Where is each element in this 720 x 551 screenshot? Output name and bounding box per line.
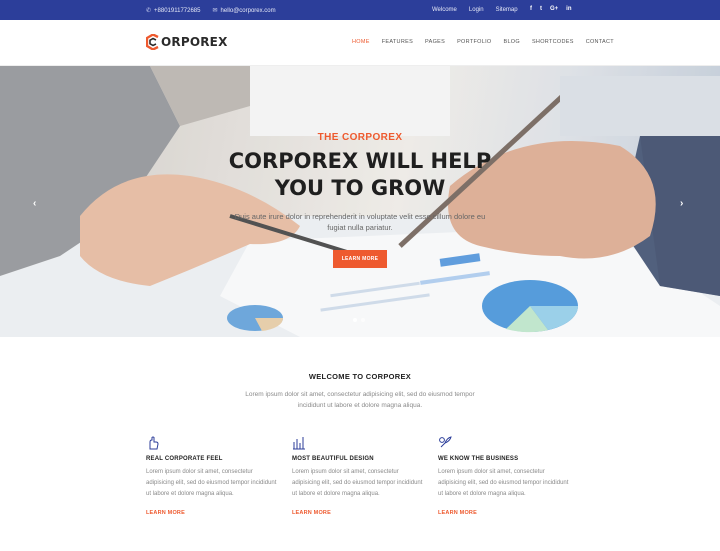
- email-address: hello@corporex.com: [220, 7, 276, 14]
- feature-know-business: WE KNOW THE BUSINESS Lorem ipsum dolor s…: [438, 436, 572, 516]
- hero-slider: THE CORPOREX CORPOREX WILL HELP YOU TO G…: [0, 66, 720, 337]
- slider-dot-2[interactable]: [361, 318, 365, 322]
- feature-corporate-feel: REAL CORPORATE FEEL Lorem ipsum dolor si…: [146, 436, 280, 516]
- slider-next-arrow-icon[interactable]: ›: [680, 198, 683, 209]
- top-links: Welcome Login Sitemap: [432, 7, 518, 13]
- phone-icon: ✆: [146, 8, 152, 14]
- slider-dot-1[interactable]: [353, 318, 357, 322]
- feature-title: REAL CORPORATE FEEL: [146, 456, 223, 462]
- nav-features[interactable]: FEATURES: [382, 39, 413, 45]
- feature-title: WE KNOW THE BUSINESS: [438, 456, 519, 462]
- nav-blog[interactable]: BLOG: [503, 39, 519, 45]
- slider-dots: [353, 318, 365, 322]
- phone-number: +8801911772685: [154, 7, 201, 14]
- welcome-text: Lorem ipsum dolor sit amet, consectetur …: [245, 391, 475, 409]
- nav-contact[interactable]: CONTACT: [586, 39, 614, 45]
- hero-title: CORPOREX WILL HELP YOU TO GROW: [228, 149, 492, 200]
- feature-text: Lorem ipsum dolor sit amet, consectetur …: [146, 469, 277, 497]
- contact-info: ✆ +8801911772685 ✉ hello@corporex.com: [146, 7, 276, 15]
- logo[interactable]: ORPOREX: [146, 34, 228, 50]
- hero-subtitle: THE CORPOREX: [317, 132, 403, 143]
- nav-shortcodes[interactable]: SHORTCODES: [532, 39, 574, 45]
- nav-portfolio[interactable]: PORTFOLIO: [457, 39, 491, 45]
- design-icon: [292, 436, 426, 450]
- top-bar: ✆ +8801911772685 ✉ hello@corporex.com We…: [0, 0, 720, 20]
- social-links: f t G+ in: [530, 6, 572, 12]
- twitter-icon[interactable]: t: [540, 6, 542, 12]
- logo-text: ORPOREX: [161, 35, 228, 49]
- mail-icon: ✉: [212, 8, 218, 14]
- feature-learn-more-link[interactable]: LEARN MORE: [438, 510, 572, 516]
- main-nav: HOME FEATURES PAGES PORTFOLIO BLOG SHORT…: [352, 39, 614, 45]
- feature-text: Lorem ipsum dolor sit amet, consectetur …: [292, 469, 423, 497]
- feature-text: Lorem ipsum dolor sit amet, consectetur …: [438, 469, 569, 497]
- welcome-link[interactable]: Welcome: [432, 7, 457, 13]
- feature-beautiful-design: MOST BEAUTIFUL DESIGN Lorem ipsum dolor …: [292, 436, 426, 516]
- sitemap-link[interactable]: Sitemap: [496, 7, 518, 13]
- hero-learn-more-button[interactable]: LEARN MORE: [333, 250, 387, 268]
- nav-pages[interactable]: PAGES: [425, 39, 445, 45]
- rocket-icon: [438, 436, 572, 450]
- feature-learn-more-link[interactable]: LEARN MORE: [292, 510, 426, 516]
- hand-icon: [146, 436, 280, 450]
- nav-home[interactable]: HOME: [352, 39, 370, 45]
- feature-learn-more-link[interactable]: LEARN MORE: [146, 510, 280, 516]
- feature-title: MOST BEAUTIFUL DESIGN: [292, 456, 374, 462]
- welcome-title: WELCOME TO CORPOREX: [308, 372, 412, 381]
- google-plus-icon[interactable]: G+: [550, 6, 558, 12]
- hero-text: Duis aute irure dolor in reprehenderit i…: [234, 212, 486, 232]
- linkedin-icon[interactable]: in: [566, 6, 571, 12]
- phone-item[interactable]: ✆ +8801911772685: [146, 7, 201, 15]
- slider-prev-arrow-icon[interactable]: ‹: [33, 198, 36, 209]
- email-item[interactable]: ✉ hello@corporex.com: [212, 7, 276, 15]
- facebook-icon[interactable]: f: [530, 6, 532, 12]
- login-link[interactable]: Login: [469, 7, 484, 13]
- site-header: ORPOREX HOME FEATURES PAGES PORTFOLIO BL…: [0, 20, 720, 66]
- logo-mark-icon: [146, 34, 160, 50]
